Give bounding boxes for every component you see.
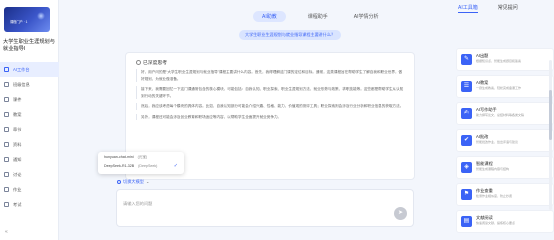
sidebar-item-courseware[interactable]: 课件 bbox=[0, 92, 59, 107]
answer-body: 好，用户问的是“大学生职业生涯规划与就业指导”课程主要讲什么内容。首先，我得理解… bbox=[136, 69, 404, 124]
model-dropdown: hunyuan-chat-mini (元宝) DeepSeek-R1-32B (De… bbox=[98, 152, 184, 174]
send-button[interactable]: ➤ bbox=[394, 207, 407, 220]
exam-icon bbox=[4, 202, 9, 207]
tab-ai-analytics[interactable]: AI学情分析 bbox=[350, 11, 383, 22]
sidebar-item-label: 章节 bbox=[13, 126, 22, 132]
lesson-plan-icon bbox=[4, 112, 9, 117]
tool-desc: 智能批改作业，给出评语与建议 bbox=[476, 140, 519, 144]
quiz-icon: ✎ bbox=[461, 54, 472, 65]
lesson-icon: ☰ bbox=[461, 81, 472, 92]
tool-card-smart-course[interactable]: ◈ 智能课程 智能生成课程内容与结构 bbox=[456, 156, 554, 179]
sidebar-item-label: 作业 bbox=[13, 186, 22, 192]
course-title: 大学生职业生涯规划与就业指导I bbox=[3, 39, 55, 52]
tool-list: ✎ AI出题 根据知识点，智能生成题目和答案 ☰ AI教案 一键生成教案，轻松完… bbox=[456, 48, 554, 237]
model-option-tag: (DeepSeek) bbox=[138, 164, 158, 168]
right-tool-panel: ✎ AI出题 根据知识点，智能生成题目和答案 ☰ AI教案 一键生成教案，轻松完… bbox=[443, 27, 554, 240]
collapse-sidebar-icon[interactable]: « bbox=[5, 229, 8, 235]
deep-thinking-label: 已深度思考 bbox=[143, 61, 167, 66]
sidebar-nav: AI工作台 班级信息 课件 教案 章节 资料 通知 讨论 作业 考试 bbox=[0, 62, 59, 212]
sidebar-item-label: 教案 bbox=[13, 111, 22, 117]
tab-ai-assistant[interactable]: AI助教 bbox=[253, 11, 286, 22]
sidebar-item-lesson-plan[interactable]: 教案 bbox=[0, 107, 59, 122]
smart-course-icon: ◈ bbox=[461, 162, 472, 173]
sidebar-item-ai-workbench[interactable]: AI工作台 bbox=[0, 62, 59, 77]
tool-desc: 一键生成教案，轻松完成备课工作 bbox=[476, 86, 522, 90]
chevron-down-icon: ⌄ bbox=[145, 179, 150, 184]
check-icon: ✓ bbox=[173, 163, 178, 169]
reading-icon: ▤ bbox=[461, 216, 472, 227]
tab-ai-toolbox[interactable]: AI工具箱 bbox=[458, 4, 478, 13]
scroll-thumb[interactable] bbox=[549, 90, 552, 140]
sidebar-item-label: 考试 bbox=[13, 201, 22, 207]
sidebar-item-chapter[interactable]: 章节 bbox=[0, 122, 59, 137]
tool-card-ai-grading[interactable]: ✔ AI批改 智能批改作业，给出评语与建议 bbox=[456, 129, 554, 152]
right-scrollbar[interactable] bbox=[549, 60, 552, 210]
left-sidebar: 课程门户 · 1 大学生职业生涯规划与就业指导I AI工作台 班级信息 课件 教… bbox=[0, 0, 59, 240]
thinking-icon bbox=[136, 59, 141, 65]
logo-text: 课程门户 · 1 bbox=[10, 20, 28, 24]
deep-thinking-header[interactable]: 已深度思考 bbox=[136, 59, 167, 66]
writing-icon: ✍ bbox=[461, 108, 472, 119]
course-logo: 课程门户 · 1 bbox=[4, 7, 50, 32]
tab-course-helper[interactable]: 课程助手 bbox=[304, 11, 332, 22]
answer-paragraph: 接下来，我需要回忆一下这门课通常包含的核心模块。可能包括：自我认知、职业探索、职… bbox=[136, 86, 404, 99]
sidebar-item-exam[interactable]: 考试 bbox=[0, 197, 59, 212]
answer-paragraph: 然后，我应该考虑每个模块的具体内容。比如，自我认知部分可能会介绍兴趣、性格、能力… bbox=[136, 103, 404, 110]
grading-icon: ✔ bbox=[461, 135, 472, 146]
user-question-bubble: 大学生职业生涯规划与就业指导课程主要讲什么？ bbox=[239, 30, 342, 40]
answer-paragraph: 好，用户问的是“大学生职业生涯规划与就业指导”课程主要讲什么内容。首先，我得理解… bbox=[136, 69, 404, 82]
sidebar-item-class-info[interactable]: 班级信息 bbox=[0, 77, 59, 92]
sidebar-item-label: 讨论 bbox=[13, 171, 22, 177]
check-icon: ⚑ bbox=[461, 189, 472, 200]
tool-card-reading[interactable]: ▤ 文献阅读 快速阅读文献，提炼核心要点 bbox=[456, 210, 554, 233]
tool-desc: 快速阅读文献，提炼核心要点 bbox=[476, 221, 516, 225]
sidebar-item-material[interactable]: 资料 bbox=[0, 137, 59, 152]
sidebar-item-notice[interactable]: 通知 bbox=[0, 152, 59, 167]
answer-paragraph: 另外，课程还可能会涉及创业教育和职场适应等内容，以帮助学生全面提升就业竞争力。 bbox=[136, 113, 404, 120]
sidebar-item-label: 班级信息 bbox=[13, 81, 30, 87]
model-option-hunyuan[interactable]: hunyuan-chat-mini (元宝) bbox=[104, 155, 147, 160]
model-option-name: DeepSeek-R1-32B bbox=[104, 164, 135, 168]
tool-desc: 助力撰写论文、总结材料等各类文稿 bbox=[476, 113, 525, 117]
tool-desc: 根据知识点，智能生成题目和答案 bbox=[476, 59, 522, 63]
model-icon bbox=[117, 179, 121, 184]
assistant-tabs: AI助教 课程助手 AI学情分析 bbox=[253, 11, 382, 22]
homework-icon bbox=[4, 187, 9, 192]
model-option-deepseek[interactable]: DeepSeek-R1-32B (DeepSeek) bbox=[104, 164, 157, 168]
tool-desc: 智能生成课程内容与结构 bbox=[476, 167, 510, 171]
logo-spark bbox=[37, 12, 45, 20]
tool-desc: 检测作业相似度，防止抄袭 bbox=[476, 194, 513, 198]
material-icon bbox=[4, 142, 9, 147]
class-icon bbox=[4, 82, 9, 87]
chat-input[interactable] bbox=[123, 198, 343, 208]
tool-card-ai-quiz[interactable]: ✎ AI出题 根据知识点，智能生成题目和答案 bbox=[456, 48, 554, 71]
right-panel-tabs: AI工具箱 常见提问 bbox=[458, 4, 518, 13]
robot-icon bbox=[4, 67, 9, 72]
sidebar-item-label: 课件 bbox=[13, 96, 22, 102]
tool-card-homework-check[interactable]: ⚑ 作业查重 检测作业相似度，防止抄袭 bbox=[456, 183, 554, 206]
discussion-icon bbox=[4, 172, 9, 177]
chat-input-box: ➤ bbox=[116, 189, 414, 227]
courseware-icon bbox=[4, 97, 9, 102]
chapter-icon bbox=[4, 127, 9, 132]
sidebar-item-label: 通知 bbox=[13, 156, 22, 162]
send-icon: ➤ bbox=[397, 210, 404, 216]
tool-card-ai-lesson[interactable]: ☰ AI教案 一键生成教案，轻松完成备课工作 bbox=[456, 75, 554, 98]
sidebar-item-label: 资料 bbox=[13, 141, 22, 147]
model-option-tag: (元宝) bbox=[137, 155, 148, 159]
model-option-name: hunyuan-chat-mini bbox=[104, 155, 134, 159]
model-select-label: 切换大模型 bbox=[123, 179, 144, 184]
sidebar-item-homework[interactable]: 作业 bbox=[0, 182, 59, 197]
tab-common-questions[interactable]: 常见提问 bbox=[498, 4, 518, 13]
notice-icon bbox=[4, 157, 9, 162]
tool-card-ai-writing[interactable]: ✍ AI写作助手 助力撰写论文、总结材料等各类文稿 bbox=[456, 102, 554, 125]
sidebar-item-label: AI工作台 bbox=[13, 66, 30, 72]
model-select-button[interactable]: 切换大模型 ⌄ bbox=[117, 179, 149, 185]
sidebar-item-discussion[interactable]: 讨论 bbox=[0, 167, 59, 182]
